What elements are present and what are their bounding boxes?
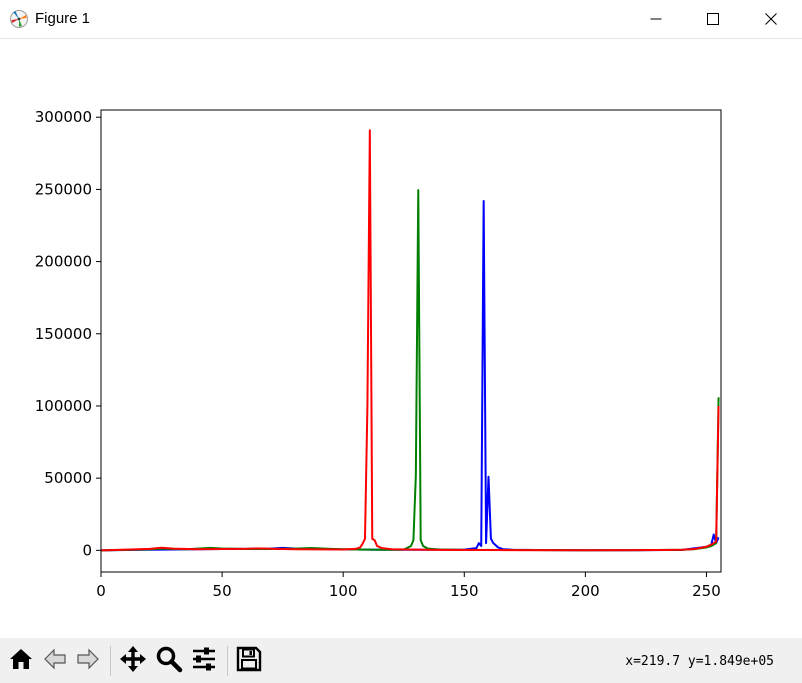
y-tick-label: 200000 bbox=[35, 253, 92, 271]
arrow-left-icon bbox=[42, 646, 68, 677]
close-button[interactable] bbox=[742, 0, 800, 38]
y-tick-label: 250000 bbox=[35, 180, 92, 198]
axes-frame bbox=[100, 109, 722, 573]
y-tick-label: 300000 bbox=[35, 108, 92, 126]
x-tick-label: 150 bbox=[450, 582, 479, 600]
close-icon bbox=[765, 13, 777, 25]
floppy-disk-icon bbox=[235, 645, 263, 678]
y-tick-label: 50000 bbox=[44, 469, 92, 487]
forward-button[interactable] bbox=[73, 646, 103, 676]
minimize-icon bbox=[650, 13, 662, 25]
y-tick-label: 150000 bbox=[35, 325, 92, 343]
pan-button[interactable] bbox=[118, 645, 148, 678]
x-tick-label: 250 bbox=[692, 582, 721, 600]
series-line-3 bbox=[101, 129, 720, 552]
x-tick-label: 200 bbox=[571, 582, 600, 600]
window-title: Figure 1 bbox=[35, 10, 91, 27]
y-axis: 0 50000 100000 150000 200000 250000 300000 bbox=[35, 108, 101, 559]
line-chart[interactable]: 0 50 100 150 200 250 0 50000 100000 150000 200000… bbox=[0, 39, 802, 638]
x-tick-label: 100 bbox=[329, 582, 358, 600]
matplotlib-logo-icon[interactable] bbox=[9, 9, 29, 29]
y-tick-label: 0 bbox=[82, 541, 92, 559]
back-button[interactable] bbox=[40, 646, 70, 676]
navigation-toolbar: x=219.7 y=1.849e+05 bbox=[0, 638, 802, 683]
cursor-coordinates: x=219.7 y=1.849e+05 bbox=[625, 654, 774, 669]
save-button[interactable] bbox=[234, 646, 264, 676]
home-button[interactable] bbox=[6, 646, 36, 676]
configure-subplots-button[interactable] bbox=[189, 646, 219, 676]
maximize-button[interactable] bbox=[684, 0, 742, 38]
figure-window: Figure 1 0 50 100 150 200 250 0 50000 100000 150… bbox=[0, 0, 802, 683]
zoom-button[interactable] bbox=[154, 646, 184, 676]
minimize-button[interactable] bbox=[627, 0, 685, 38]
move-icon bbox=[119, 645, 147, 678]
series-line-1 bbox=[101, 199, 720, 552]
home-icon bbox=[8, 646, 34, 677]
x-axis: 0 50 100 150 200 250 bbox=[96, 572, 721, 600]
maximize-icon bbox=[707, 13, 719, 25]
arrow-right-icon bbox=[75, 646, 101, 677]
figure-canvas[interactable]: 0 50 100 150 200 250 0 50000 100000 150000 200000… bbox=[0, 39, 802, 638]
magnifier-icon bbox=[155, 645, 183, 678]
y-tick-label: 100000 bbox=[35, 397, 92, 415]
title-bar[interactable]: Figure 1 bbox=[0, 0, 802, 39]
x-tick-label: 50 bbox=[213, 582, 232, 600]
x-tick-label: 0 bbox=[96, 582, 106, 600]
series-line-2 bbox=[101, 189, 720, 552]
sliders-icon bbox=[190, 645, 218, 678]
toolbar-separator bbox=[110, 646, 111, 676]
toolbar-separator bbox=[227, 646, 228, 676]
